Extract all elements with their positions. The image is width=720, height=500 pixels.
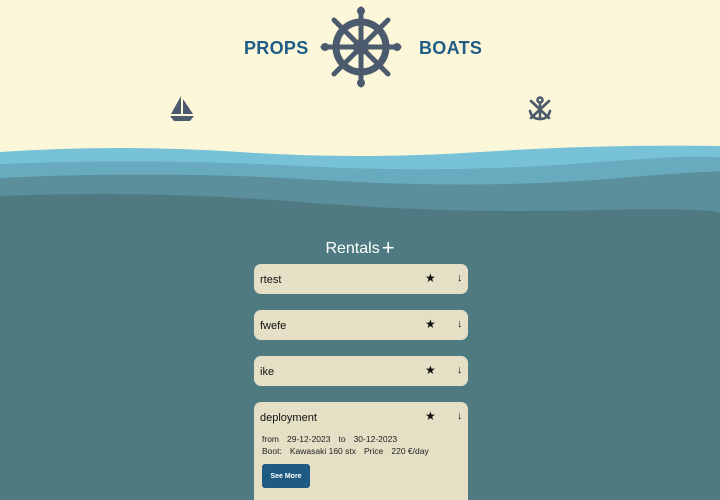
rental-details: from 29-12-2023 to 30-12-2023 Boot: Kawasaki… (262, 434, 437, 458)
arrow-down-icon[interactable]: ↓ (457, 410, 463, 422)
boat-label: Boot: (262, 446, 282, 456)
rentals-title: Rentals (325, 240, 380, 257)
brand-boats: BOATS (419, 38, 483, 58)
from-label: from (262, 434, 279, 444)
rental-name: ike (260, 366, 275, 378)
rentals-heading: Rentals+ (0, 235, 720, 261)
arrow-down-icon[interactable]: ↓ (457, 272, 463, 284)
star-icon[interactable]: ★ (425, 409, 436, 423)
star-icon[interactable]: ★ (425, 363, 436, 377)
rental-name: fwefe (260, 320, 287, 332)
date-row: from 29-12-2023 to 30-12-2023 (262, 434, 437, 446)
rental-name: deployment (260, 412, 317, 424)
arrow-down-icon[interactable]: ↓ (457, 318, 463, 330)
boat-name: Kawasaki 160 stx (289, 446, 357, 456)
see-more-button[interactable]: See More (262, 464, 310, 488)
arrow-down-icon[interactable]: ↓ (457, 364, 463, 376)
rental-card[interactable]: rtest ★ ↓ (254, 264, 468, 294)
price-label: Price (364, 446, 384, 456)
sailboat-icon (170, 96, 194, 121)
from-date: 29-12-2023 (287, 434, 331, 444)
anchor-icon (528, 96, 552, 121)
rental-card[interactable]: fwefe ★ ↓ (254, 310, 468, 340)
add-rental-button[interactable]: + (382, 235, 395, 260)
rental-name: rtest (260, 274, 282, 286)
ship-wheel-icon[interactable] (320, 6, 402, 88)
rental-card[interactable]: ike ★ ↓ (254, 356, 468, 386)
rental-card-expanded[interactable]: deployment ★ ↓ from 29-12-2023 to 30-12-202… (254, 402, 468, 500)
star-icon[interactable]: ★ (425, 271, 436, 285)
star-icon[interactable]: ★ (425, 317, 436, 331)
to-date: 30-12-2023 (353, 434, 398, 444)
sea-waves (0, 145, 720, 230)
price-value: 220 €/day (391, 446, 429, 456)
boat-row: Boot: Kawasaki 160 stx Price 220 €/day (262, 446, 437, 458)
to-label: to (338, 434, 346, 444)
brand-props: PROPS (244, 38, 309, 58)
